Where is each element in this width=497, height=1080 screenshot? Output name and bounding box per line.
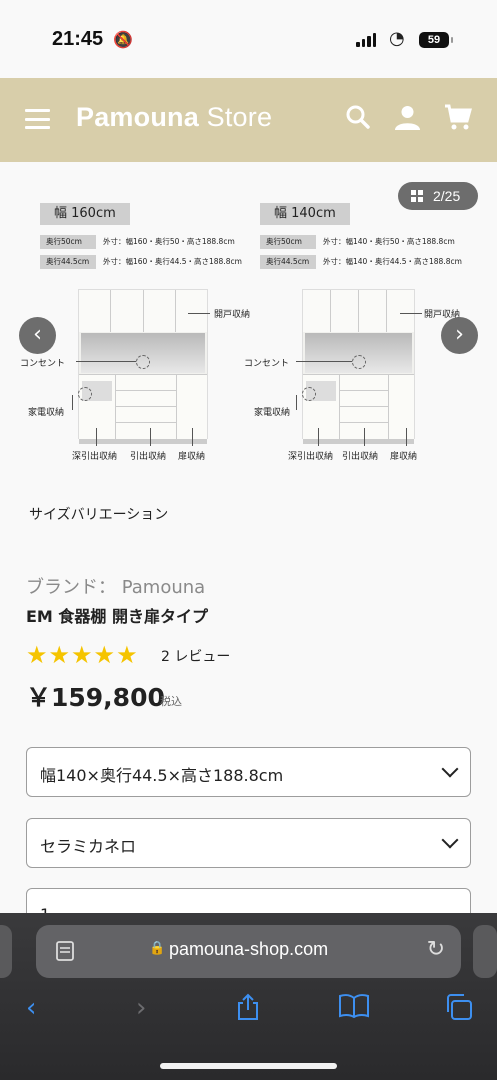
bookmarks-icon[interactable] [338,993,370,1026]
spec-text: 外寸：幅140・奥行50・高さ188.8cm [323,237,455,246]
color-select-value: セラミカネロ [40,837,137,856]
gallery-prev-button[interactable]: ‹ [19,317,56,354]
reader-icon[interactable] [56,941,74,961]
brand-suffix: Store [198,102,273,132]
label-door-storage: 扉収納 [178,452,206,462]
chevron-down-icon [441,760,459,778]
image-counter[interactable]: 2/25 [398,182,478,210]
store-logo[interactable]: Pamouna Store [76,102,272,133]
spec-row: 奥行44.5cm 外寸：幅140・奥行44.5・高さ188.8cm [260,255,462,269]
tabs-icon[interactable] [444,993,474,1028]
wifi-icon: ◔ [389,28,405,49]
label-outlet: コンセント [20,359,66,369]
review-count-link[interactable]: 2 レビュー [161,646,230,666]
reload-icon[interactable]: ↻ [427,937,445,962]
image-counter-text: 2/25 [433,188,461,204]
url-text[interactable]: pamouna-shop.com [169,939,328,960]
size-select[interactable]: 幅140×奥行44.5×高さ188.8cm [26,747,471,797]
outlet-marker [352,355,366,369]
spec-row: 奥行44.5cm 外寸：幅160・奥行44.5・高さ188.8cm [40,255,242,269]
spec-text: 外寸：幅160・奥行50・高さ188.8cm [103,237,235,246]
appliance-marker [78,387,92,401]
search-icon[interactable] [345,104,371,137]
width-tag: 幅 140cm [260,203,350,225]
bell-slash-icon: 🔕 [113,30,133,49]
depth-tag: 奥行44.5cm [40,255,96,269]
label-door: 開戸収納 [214,310,251,320]
back-icon[interactable]: ‹ [26,993,36,1023]
product-title: EM 食器棚 開き扉タイプ [26,607,208,626]
outlet-marker [136,355,150,369]
spec-text: 外寸：幅160・奥行44.5・高さ188.8cm [103,257,242,266]
grid-icon [411,190,423,202]
chevron-down-icon [441,831,459,849]
lock-icon: 🔒 [149,941,166,956]
label-drawer: 引出収納 [130,452,167,462]
label-drawer: 引出収納 [342,452,379,462]
depth-tag: 奥行50cm [260,235,316,249]
brand-name: Pamouna [76,102,199,132]
cart-icon[interactable] [444,104,472,138]
color-select[interactable]: セラミカネロ [26,818,471,868]
browser-toolbar: 🔒 pamouna-shop.com ↻ ‹ › [0,913,497,1080]
spec-row: 奥行50cm 外寸：幅160・奥行50・高さ188.8cm [40,235,235,249]
label-appliance: 家電収納 [254,408,291,418]
star-rating: ★★★★★ [26,641,139,669]
depth-tag: 奥行44.5cm [260,255,316,269]
gallery-next-button[interactable]: › [441,317,478,354]
tax-label: 税込 [160,695,182,708]
status-time: 21:45 [52,28,104,50]
home-indicator [160,1063,337,1069]
label-door-storage: 扉収納 [390,452,418,462]
label-deep-drawer: 深引出収納 [72,452,118,462]
spec-text: 外寸：幅140・奥行44.5・高さ188.8cm [323,257,462,266]
width-tag: 幅 160cm [40,203,130,225]
user-icon[interactable] [394,104,421,138]
product-brand[interactable]: ブランド： Pamouna [26,573,205,599]
label-appliance: 家電収納 [28,408,65,418]
label-deep-drawer: 深引出収納 [288,452,334,462]
label-outlet: コンセント [244,359,290,369]
signal-icon [356,32,376,47]
chevron-left-icon: ‹ [33,322,42,347]
spec-row: 奥行50cm 外寸：幅140・奥行50・高さ188.8cm [260,235,455,249]
forward-icon[interactable]: › [136,993,146,1023]
chevron-right-icon: › [455,322,464,347]
address-bar[interactable]: 🔒 pamouna-shop.com ↻ [36,925,461,978]
share-icon[interactable] [235,993,261,1028]
product-price: ￥159,800 [26,683,165,712]
next-tab-card[interactable] [473,925,497,978]
image-caption: サイズバリエーション [29,507,169,523]
battery-icon: 59 [419,32,453,48]
status-bar: 21:45 🔕 ◔ 59 [0,0,497,78]
site-header: Pamouna Store [0,78,497,162]
appliance-marker [302,387,316,401]
depth-tag: 奥行50cm [40,235,96,249]
previous-tab-card[interactable] [0,925,12,978]
menu-icon[interactable] [25,109,50,129]
size-select-value: 幅140×奥行44.5×高さ188.8cm [40,766,284,785]
